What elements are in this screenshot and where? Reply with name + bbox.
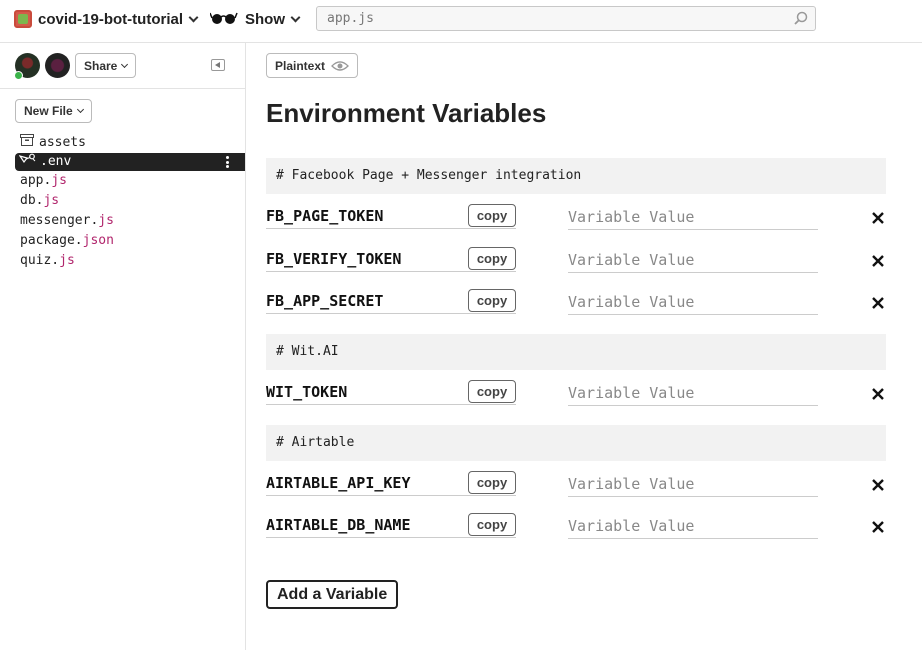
file-extension: js	[51, 173, 67, 188]
file-name: db.	[20, 193, 44, 208]
new-file-button[interactable]: New File	[15, 99, 92, 123]
close-icon[interactable]	[871, 387, 885, 401]
file-item-messenger-js[interactable]: messenger. js	[0, 211, 245, 231]
variable-value-input[interactable]	[568, 514, 818, 539]
eye-icon	[331, 60, 349, 71]
avatar[interactable]	[45, 53, 70, 78]
comment-line[interactable]: # Wit.AI	[266, 334, 886, 370]
close-icon[interactable]	[871, 254, 885, 268]
share-label: Share	[84, 58, 118, 73]
divider	[0, 88, 245, 89]
copy-button[interactable]: copy	[468, 380, 516, 403]
collapse-sidebar-icon[interactable]	[211, 59, 225, 71]
file-name: app.	[20, 173, 52, 188]
comment-line[interactable]: # Airtable	[266, 425, 886, 461]
file-extension: js	[59, 253, 75, 268]
file-name: quiz.	[20, 253, 60, 268]
online-status-dot	[14, 71, 23, 80]
file-item-app-js[interactable]: app. js	[0, 171, 245, 191]
file-item-db-js[interactable]: db. js	[0, 191, 245, 211]
file-item-package-json[interactable]: package. json	[0, 231, 245, 251]
sidebar: Share New File assets .env app. js db. j…	[0, 43, 246, 650]
variable-value-input[interactable]	[568, 472, 818, 497]
variable-value-input[interactable]	[568, 205, 818, 230]
share-button[interactable]: Share	[75, 53, 137, 78]
variable-value-input[interactable]	[568, 248, 818, 273]
variable-row: AIRTABLE_API_KEY copy	[266, 466, 886, 502]
variable-row: WIT_TOKEN copy	[266, 375, 886, 411]
add-variable-button[interactable]: Add a Variable	[266, 580, 399, 609]
variable-row: AIRTABLE_DB_NAME copy	[266, 508, 886, 544]
file-extension: js	[43, 193, 60, 208]
file-list: assets .env app.js db.js messenger.js	[0, 133, 245, 271]
variable-value-input[interactable]	[568, 290, 818, 315]
env-editor: Plaintext Environment Variables # Facebo…	[246, 43, 922, 650]
close-icon[interactable]	[871, 211, 885, 225]
variable-value-input[interactable]	[568, 381, 818, 406]
project-name: covid-19-bot-tutorial	[38, 10, 183, 28]
archive-box-icon	[20, 133, 34, 153]
copy-button[interactable]: copy	[468, 247, 516, 270]
close-icon[interactable]	[871, 520, 885, 534]
file-extension: js	[98, 213, 114, 228]
variable-row: FB_VERIFY_TOKEN copy	[266, 242, 886, 278]
file-item-assets[interactable]: assets	[0, 133, 245, 153]
file-item-env[interactable]: .env	[15, 153, 245, 171]
collaborators	[15, 53, 75, 78]
comment-line[interactable]: # Facebook Page + Messenger integration	[266, 158, 886, 194]
copy-button[interactable]: copy	[468, 204, 516, 227]
file-item-quiz-js[interactable]: quiz. js	[0, 251, 245, 271]
new-file-label: New File	[24, 104, 73, 118]
close-icon[interactable]	[871, 296, 885, 310]
file-name: package.	[20, 233, 83, 248]
copy-button[interactable]: copy	[468, 513, 516, 536]
show-label: Show	[245, 10, 285, 28]
chevron-down-icon	[290, 12, 301, 22]
page-title: Environment Variables	[266, 98, 547, 128]
glasses-icon	[209, 9, 238, 30]
search-icon[interactable]	[794, 11, 808, 30]
file-name: messenger.	[20, 213, 99, 228]
project-menu[interactable]: covid-19-bot-tutorial	[14, 9, 199, 29]
file-extension: json	[82, 233, 114, 248]
top-bar: covid-19-bot-tutorial Show	[0, 0, 922, 43]
variable-row: FB_PAGE_TOKEN copy	[266, 199, 886, 235]
file-name: assets	[39, 135, 86, 150]
copy-button[interactable]: copy	[468, 289, 516, 312]
plaintext-toggle-button[interactable]: Plaintext	[266, 53, 359, 78]
plaintext-label: Plaintext	[275, 58, 326, 73]
chevron-down-icon	[121, 60, 129, 68]
more-options-icon[interactable]	[226, 156, 229, 168]
copy-button[interactable]: copy	[468, 471, 516, 494]
close-icon[interactable]	[871, 478, 885, 492]
project-avatar	[14, 10, 32, 28]
variable-row: FB_APP_SECRET copy	[266, 284, 886, 320]
file-name: .env	[40, 154, 72, 169]
key-icon	[18, 153, 37, 171]
show-menu[interactable]: Show	[209, 9, 301, 30]
search-box	[316, 6, 816, 31]
chevron-down-icon	[76, 105, 84, 114]
search-input[interactable]	[317, 7, 777, 30]
chevron-down-icon	[188, 12, 199, 22]
